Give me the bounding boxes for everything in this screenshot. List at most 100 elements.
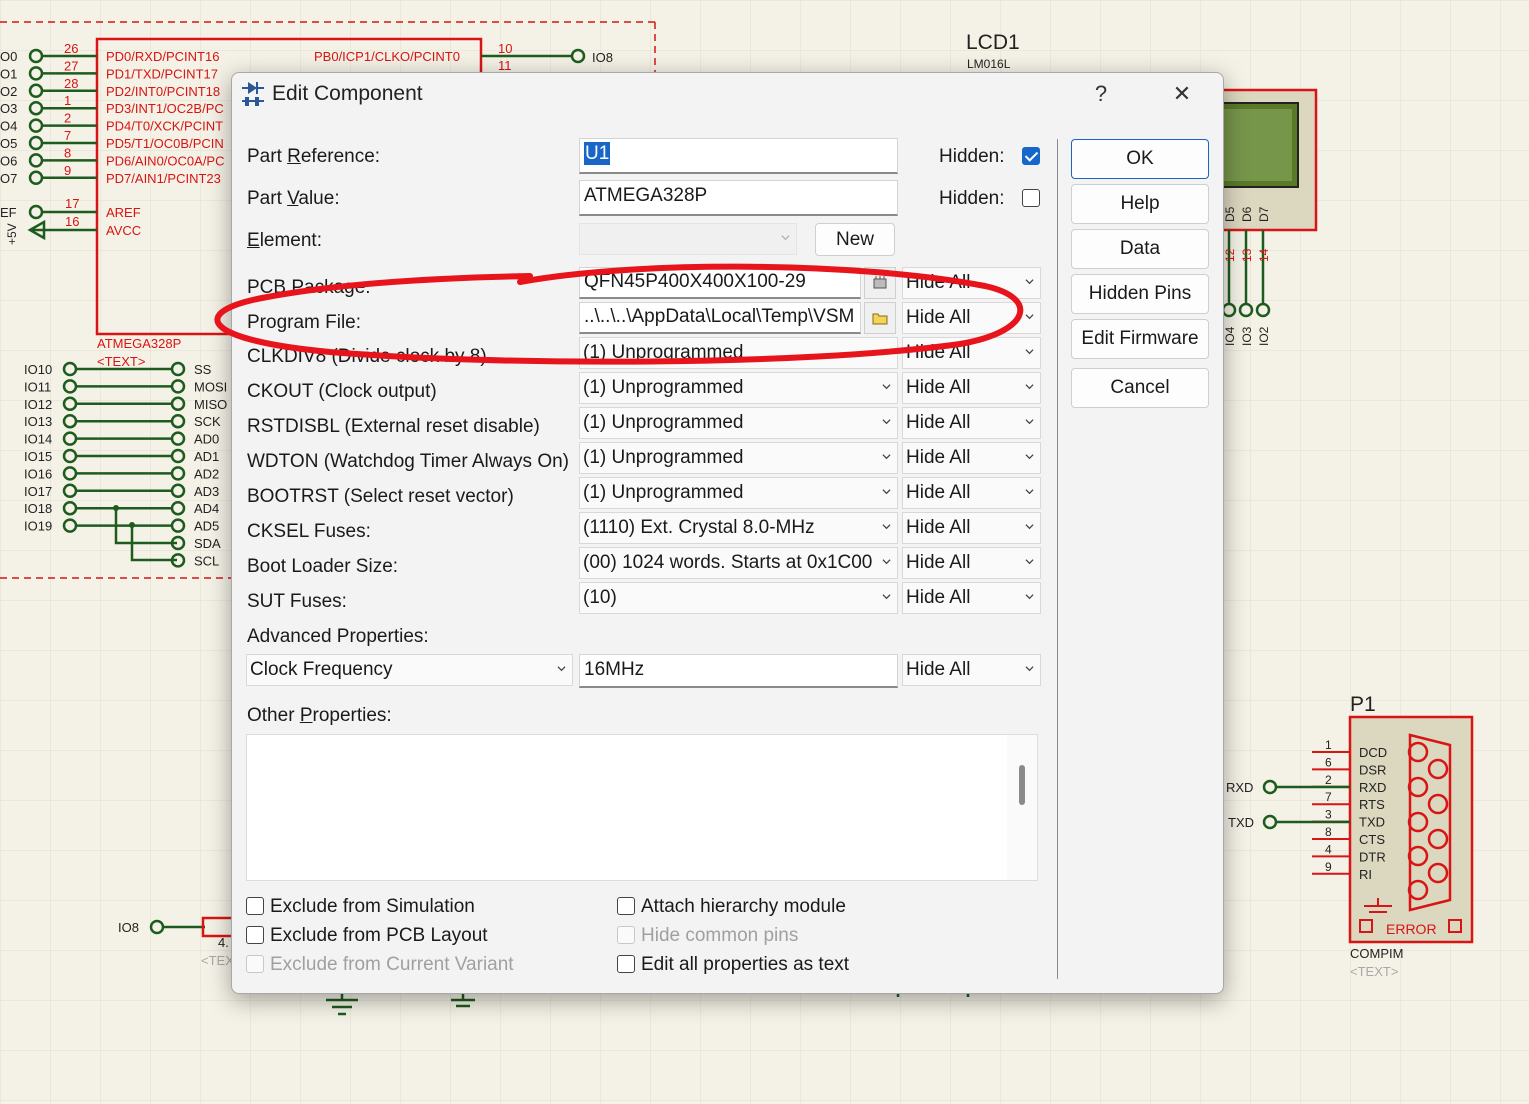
dialog-titlebar[interactable]: Edit Component ? ✕ — [232, 73, 1223, 113]
pcb-package-input[interactable]: QFN45P400X400X100-29 — [579, 267, 861, 299]
fuse-property-label: BOOTRST (Select reset vector) — [247, 486, 514, 507]
bus-signal-label: AD5 — [194, 519, 219, 534]
edit-firmware-button[interactable]: Edit Firmware — [1071, 319, 1209, 359]
advanced-property-select[interactable]: Clock Frequency — [246, 654, 573, 686]
chevron-down-icon — [882, 384, 891, 390]
avcc-supply: +5V — [5, 223, 19, 245]
bus-io-label: IO12 — [24, 397, 52, 412]
p1-pin-number: 8 — [1325, 825, 1332, 839]
program-file-browse-button[interactable] — [864, 302, 896, 334]
p1-part: COMPIM — [1350, 946, 1403, 961]
lcd-ref: LCD1 — [966, 31, 1020, 54]
chevron-down-icon — [882, 419, 891, 425]
fuse-property-visibility-select[interactable]: Hide All — [902, 547, 1041, 579]
fuse-property-label: CKOUT (Clock output) — [247, 381, 437, 402]
checkbox[interactable] — [617, 955, 635, 973]
fuse-property-visibility-select[interactable]: Hide All — [902, 512, 1041, 544]
chevron-down-icon — [781, 235, 790, 241]
mcu-pin-io: O0 — [0, 49, 17, 64]
p1-pin-name: RI — [1359, 867, 1372, 882]
checkbox[interactable] — [246, 897, 264, 915]
fuse-property-value-select[interactable]: (00) 1024 words. Starts at 0x1C00 — [579, 547, 898, 579]
checkbox[interactable] — [246, 926, 264, 944]
checkbox-label: Hide common pins — [641, 925, 799, 946]
ok-button[interactable]: OK — [1071, 139, 1209, 179]
p1-pin-name: DSR — [1359, 762, 1386, 777]
p1-pin-name: DCD — [1359, 745, 1387, 760]
avcc-num: 16 — [65, 214, 79, 229]
chevron-down-icon — [1025, 419, 1034, 425]
checkbox-option[interactable]: Edit all properties as text — [617, 954, 849, 976]
checkbox-option[interactable]: Exclude from PCB Layout — [246, 925, 488, 947]
chevron-down-icon — [1025, 384, 1034, 390]
other-properties-scrollbar[interactable] — [1007, 735, 1037, 880]
mcu-text: <TEXT> — [97, 354, 145, 369]
bus-signal-label: MOSI — [194, 379, 227, 394]
bus-io-label: IO11 — [24, 379, 51, 394]
fuse-property-visibility-select[interactable]: Hide All — [902, 477, 1041, 509]
advanced-property-value-input[interactable]: 16MHz — [579, 654, 898, 688]
checkbox-option[interactable]: Attach hierarchy module — [617, 896, 846, 918]
part-value-input[interactable]: ATMEGA328P — [579, 180, 898, 216]
chevron-down-icon — [1025, 666, 1034, 672]
help-title-button[interactable]: ? — [1079, 77, 1123, 111]
scrollbar-thumb[interactable] — [1019, 765, 1025, 805]
mcu-pin-io: O7 — [0, 171, 17, 186]
part-reference-hidden-checkbox[interactable] — [1022, 147, 1040, 165]
aref-name: AREF — [106, 205, 141, 220]
fuse-property-visibility-select[interactable]: Hide All — [902, 582, 1041, 614]
close-button[interactable]: ✕ — [1160, 77, 1204, 111]
mcu-pin-number: 9 — [64, 163, 71, 178]
chevron-down-icon — [1025, 524, 1034, 530]
mcu-pin-name: PD1/TXD/PCINT17 — [106, 66, 218, 81]
part-value-hidden-checkbox[interactable] — [1022, 189, 1040, 207]
fuse-property-visibility-select[interactable]: Hide All — [902, 372, 1041, 404]
pb0-name: PB0/ICP1/CLKO/PCINT0 — [314, 49, 460, 64]
checkbox-label: Exclude from PCB Layout — [270, 925, 488, 946]
button-column-divider — [1057, 139, 1058, 979]
fuse-property-value-select[interactable]: (1110) Ext. Crystal 8.0-MHz — [579, 512, 898, 544]
component-icon — [242, 82, 264, 106]
checkbox[interactable] — [617, 897, 635, 915]
lcd-pin-number: 13 — [1240, 248, 1254, 262]
lcd-pin-io: IO2 — [1257, 326, 1271, 346]
lcd-pin-io: IO3 — [1240, 326, 1254, 346]
part-reference-input[interactable]: U1 — [579, 138, 898, 174]
fuse-property-value-select[interactable]: (1) Unprogrammed — [579, 372, 898, 404]
mcu-pin-number: 27 — [64, 58, 78, 73]
fuse-property-visibility-select[interactable]: Hide All — [902, 337, 1041, 369]
element-select[interactable] — [579, 223, 797, 255]
mcu-label: ATMEGA328P — [97, 336, 181, 351]
hidden-pins-button[interactable]: Hidden Pins — [1071, 274, 1209, 314]
data-button[interactable]: Data — [1071, 229, 1209, 269]
fuse-property-visibility-select[interactable]: Hide All — [902, 407, 1041, 439]
part-value-label: Part Value: — [247, 188, 340, 209]
checkbox-option: Hide common pins — [617, 925, 798, 947]
fuse-property-visibility-select[interactable]: Hide All — [902, 442, 1041, 474]
chevron-down-icon — [1025, 594, 1034, 600]
checkbox-option[interactable]: Exclude from Simulation — [246, 896, 475, 918]
p1-pin-number: 3 — [1325, 808, 1332, 822]
fuse-property-value-select[interactable]: (1) Unprogrammed — [579, 407, 898, 439]
fuse-property-value-select[interactable]: (1) Unprogrammed — [579, 477, 898, 509]
help-button[interactable]: Help — [1071, 184, 1209, 224]
pcb-package-browse-button[interactable] — [864, 267, 896, 299]
program-file-input[interactable]: ..\..\..\AppData\Local\Temp\VSM — [579, 302, 861, 334]
chevron-down-icon — [882, 454, 891, 460]
advanced-property-visibility-select[interactable]: Hide All — [902, 654, 1041, 686]
other-properties-textarea[interactable] — [246, 734, 1038, 881]
mcu-pin-number: 8 — [64, 145, 71, 160]
p1-pin-number: 7 — [1325, 790, 1332, 804]
mcu-pin-name: PD5/T1/OC0B/PCIN — [106, 136, 224, 151]
cancel-button[interactable]: Cancel — [1071, 368, 1209, 408]
mcu-pin-number: 26 — [64, 41, 78, 56]
p1-error: ERROR — [1386, 921, 1437, 937]
fuse-property-value-select[interactable]: (1) Unprogrammed — [579, 442, 898, 474]
pcb-package-visibility-select[interactable]: Hide All — [902, 267, 1041, 299]
mcu-pin-name: PD2/INT0/PCINT18 — [106, 84, 220, 99]
fuse-property-value-select[interactable]: (10) — [579, 582, 898, 614]
fuse-property-label: Boot Loader Size: — [247, 556, 399, 577]
new-element-button[interactable]: New — [815, 223, 895, 256]
program-file-visibility-select[interactable]: Hide All — [902, 302, 1041, 334]
fuse-property-value-select[interactable]: (1) Unprogrammed — [579, 337, 898, 369]
